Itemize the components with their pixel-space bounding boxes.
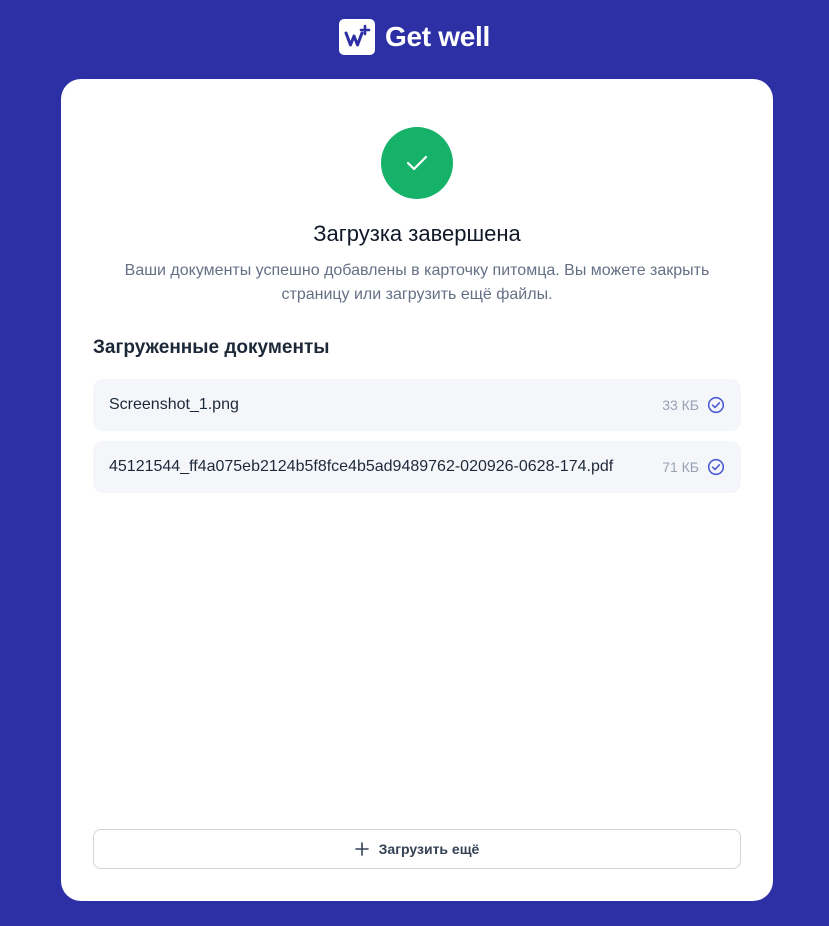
file-name: 45121544_ff4a075eb2124b5f8fce4b5ad948976… — [109, 458, 614, 475]
file-row: 45121544_ff4a075eb2124b5f8fce4b5ad948976… — [93, 441, 741, 493]
plus-icon — [354, 842, 369, 856]
page-title: Загрузка завершена — [313, 221, 521, 246]
brand-header: Get well — [0, 19, 829, 55]
uploaded-files-list: Screenshot_1.png 33 КБ 45121544_ff4a075e… — [93, 379, 741, 503]
file-size: 33 КБ — [662, 397, 699, 413]
uploaded-documents-heading: Загруженные документы — [93, 337, 330, 358]
brand-name: Get well — [385, 21, 490, 52]
upload-complete-card: Загрузка завершена Ваши документы успешн… — [61, 79, 773, 901]
success-check-icon — [381, 127, 453, 199]
check-circle-icon — [707, 396, 725, 414]
file-size: 71 КБ — [662, 459, 699, 475]
w-plus-logo-icon — [339, 19, 376, 55]
status-message: Ваши документы успешно добавлены в карто… — [124, 262, 710, 303]
upload-more-button[interactable]: Загрузить ещё — [93, 829, 741, 869]
upload-more-label: Загрузить ещё — [378, 841, 480, 857]
check-circle-icon — [707, 458, 725, 476]
file-row: Screenshot_1.png 33 КБ — [93, 379, 741, 431]
file-name: Screenshot_1.png — [109, 396, 239, 413]
